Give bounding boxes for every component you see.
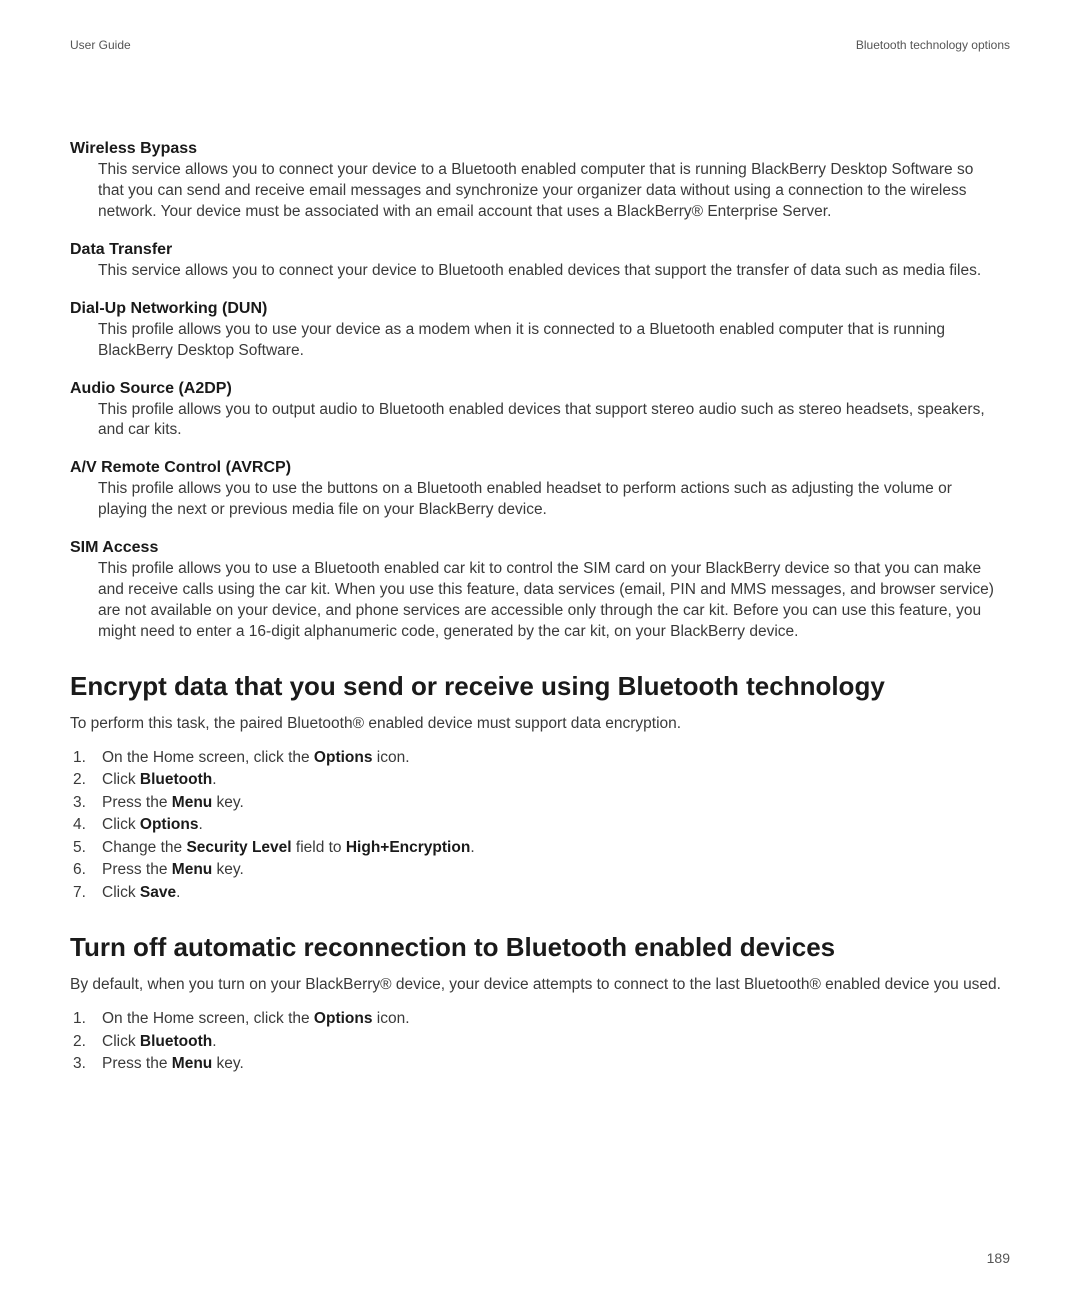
page-number: 189	[987, 1250, 1010, 1266]
step-item: On the Home screen, click the Options ic…	[70, 1008, 1010, 1030]
step-item: Press the Menu key.	[70, 859, 1010, 881]
step-item: Change the Security Level field to High+…	[70, 837, 1010, 859]
profile-body: This profile allows you to output audio …	[70, 400, 1010, 442]
header-left: User Guide	[70, 38, 131, 52]
step-item: Press the Menu key.	[70, 1053, 1010, 1075]
step-item: On the Home screen, click the Options ic…	[70, 747, 1010, 769]
profile-body: This profile allows you to use the butto…	[70, 479, 1010, 521]
section-heading-encrypt: Encrypt data that you send or receive us…	[70, 671, 1010, 702]
profile-item: SIM Access This profile allows you to us…	[70, 539, 1010, 643]
profile-item: Audio Source (A2DP) This profile allows …	[70, 380, 1010, 442]
profile-body: This profile allows you to use a Bluetoo…	[70, 559, 1010, 643]
profile-item: Wireless Bypass This service allows you …	[70, 140, 1010, 223]
header-right: Bluetooth technology options	[856, 38, 1010, 52]
profile-title: A/V Remote Control (AVRCP)	[70, 459, 1010, 477]
profile-item: Dial-Up Networking (DUN) This profile al…	[70, 300, 1010, 362]
profile-title: Wireless Bypass	[70, 140, 1010, 158]
profile-item: A/V Remote Control (AVRCP) This profile …	[70, 459, 1010, 521]
step-item: Click Save.	[70, 882, 1010, 904]
profile-title: Audio Source (A2DP)	[70, 380, 1010, 398]
section-intro: By default, when you turn on your BlackB…	[70, 975, 1010, 996]
section-heading-reconnect: Turn off automatic reconnection to Bluet…	[70, 932, 1010, 963]
profile-body: This service allows you to connect your …	[70, 160, 1010, 223]
step-item: Click Bluetooth.	[70, 1031, 1010, 1053]
profile-title: SIM Access	[70, 539, 1010, 557]
section-intro: To perform this task, the paired Bluetoo…	[70, 714, 1010, 735]
steps-list-encrypt: On the Home screen, click the Options ic…	[70, 747, 1010, 904]
profile-title: Dial-Up Networking (DUN)	[70, 300, 1010, 318]
profile-item: Data Transfer This service allows you to…	[70, 241, 1010, 282]
step-item: Press the Menu key.	[70, 792, 1010, 814]
step-item: Click Bluetooth.	[70, 769, 1010, 791]
profile-body: This profile allows you to use your devi…	[70, 320, 1010, 362]
profiles-list: Wireless Bypass This service allows you …	[70, 140, 1010, 643]
steps-list-reconnect: On the Home screen, click the Options ic…	[70, 1008, 1010, 1075]
profile-body: This service allows you to connect your …	[70, 261, 1010, 282]
step-item: Click Options.	[70, 814, 1010, 836]
profile-title: Data Transfer	[70, 241, 1010, 259]
page-header: User Guide Bluetooth technology options	[70, 38, 1010, 52]
